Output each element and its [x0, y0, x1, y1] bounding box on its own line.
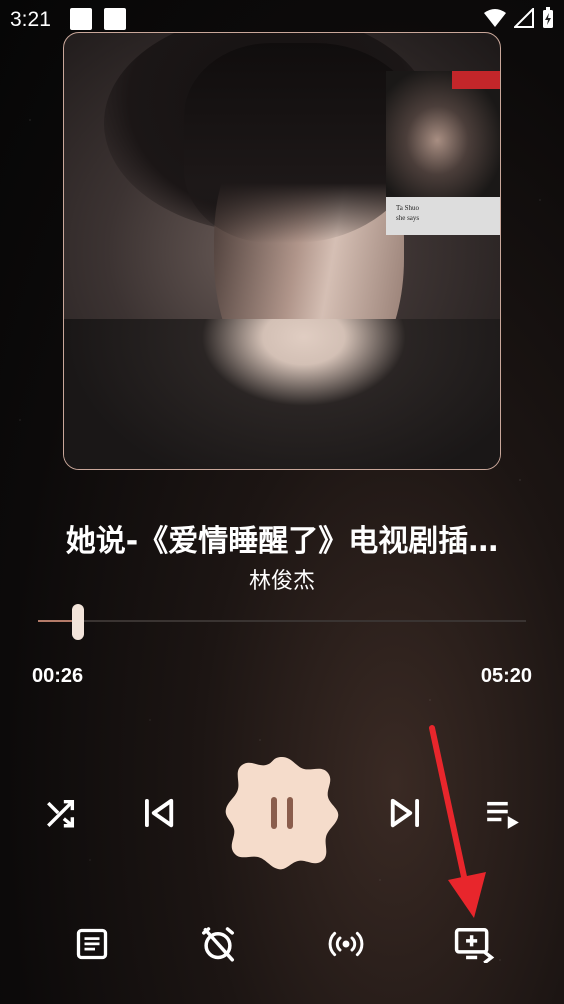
status-icons	[484, 7, 554, 29]
skip-next-icon	[390, 798, 419, 828]
album-cover: Ta Shuo she says	[63, 32, 501, 470]
signal-icon	[514, 8, 534, 28]
sleep-timer-button[interactable]	[196, 922, 240, 966]
pause-icon	[271, 797, 293, 829]
seek-bar-thumb[interactable]	[71, 604, 84, 640]
lyrics-button[interactable]	[70, 922, 114, 966]
battery-icon	[543, 7, 553, 28]
broadcast-button[interactable]	[322, 922, 370, 966]
notification-icon	[70, 8, 92, 30]
seek-bar[interactable]	[38, 620, 526, 622]
notification-icon	[104, 8, 126, 30]
shuffle-button[interactable]	[38, 790, 84, 836]
broadcast-icon	[328, 931, 364, 957]
album-inset-cover: Ta Shuo she says	[386, 71, 500, 235]
skip-previous-icon	[145, 798, 174, 828]
add-to-queue-icon	[454, 928, 495, 963]
queue-music-icon	[487, 801, 519, 829]
total-time: 05:20	[480, 665, 532, 687]
previous-button[interactable]	[134, 788, 184, 838]
song-title: 她说-《爱情睡醒了》电视剧插…	[65, 524, 499, 559]
lyrics-icon	[76, 928, 108, 960]
playlist-button[interactable]	[480, 790, 526, 836]
alarm-off-icon	[202, 927, 234, 962]
song-artist[interactable]: 林俊杰	[0, 563, 564, 595]
current-time: 00:26	[32, 665, 84, 687]
pause-button[interactable]	[224, 755, 340, 871]
wifi-icon	[484, 9, 506, 27]
inset-caption: Ta Shuo she says	[396, 204, 420, 222]
status-time: 3:21	[10, 8, 51, 31]
next-button[interactable]	[380, 788, 430, 838]
add-to-playlist-button[interactable]	[450, 922, 498, 966]
shuffle-icon	[47, 799, 75, 828]
